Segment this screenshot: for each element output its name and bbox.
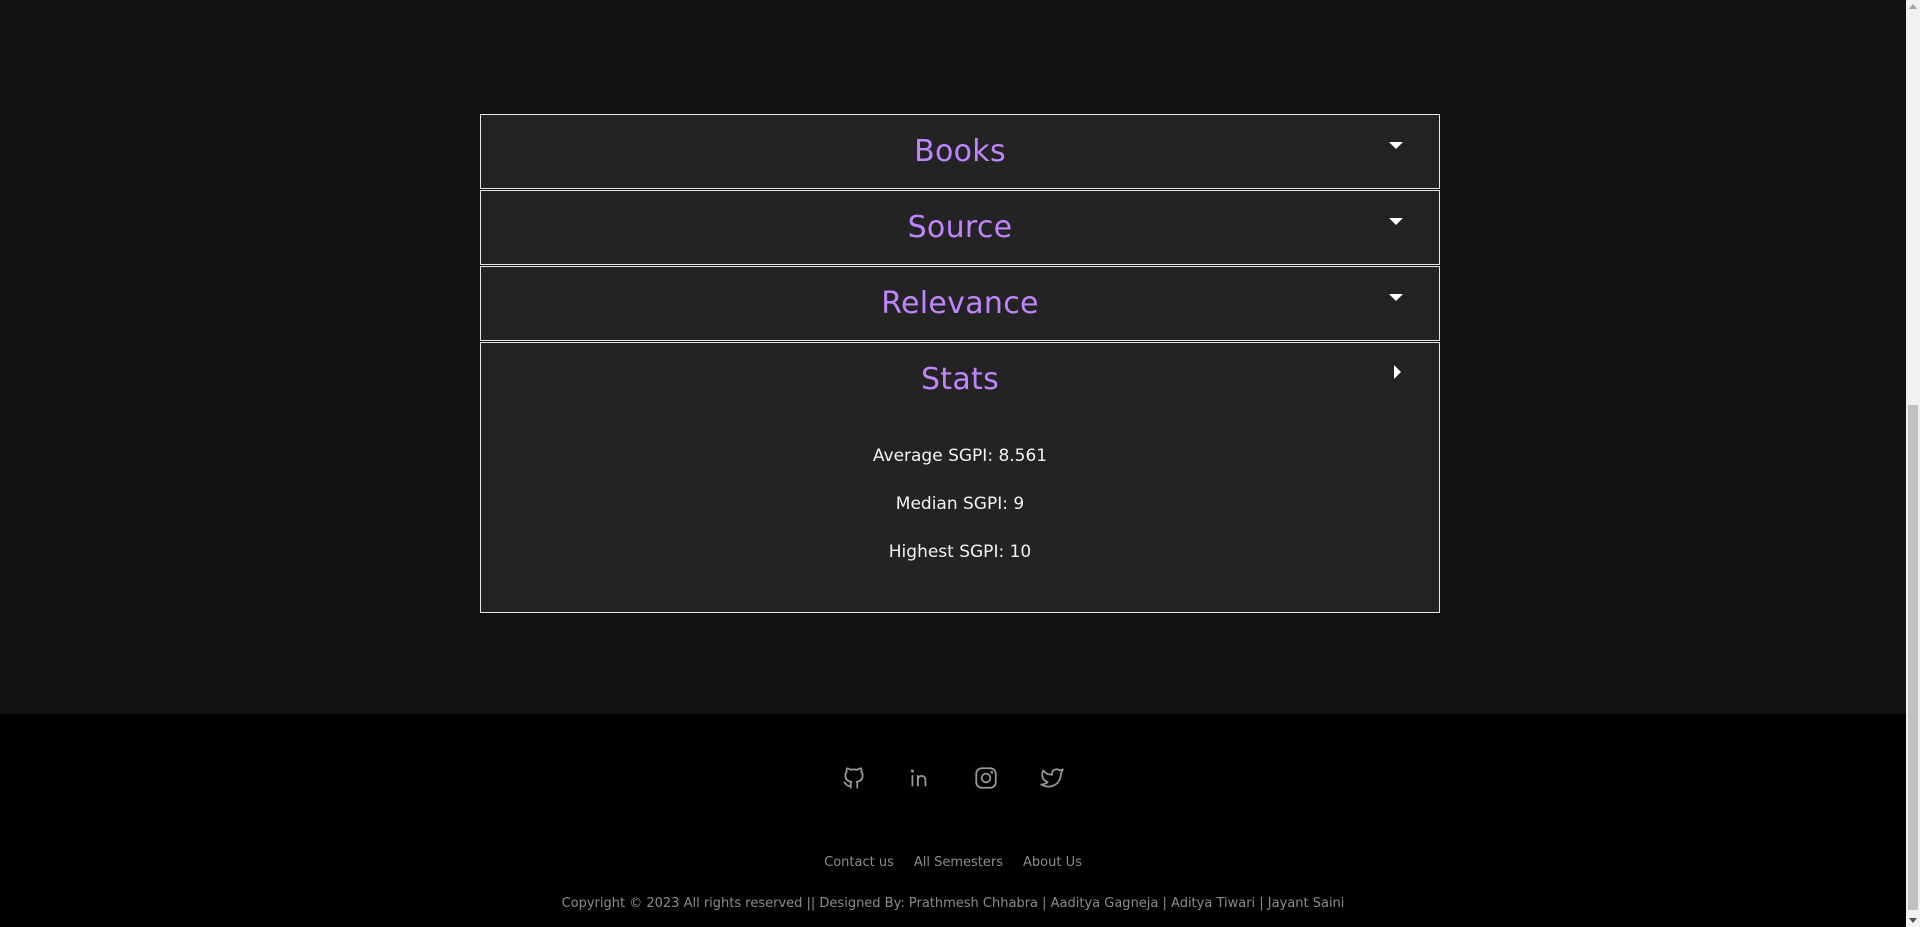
accordion-title: Books <box>914 134 1006 169</box>
all-semesters-link[interactable]: All Semesters <box>914 855 1003 870</box>
social-links <box>0 764 1906 792</box>
scroll-up-arrow-icon[interactable] <box>1909 4 1917 9</box>
page-viewport: Books Source Relevance Stats Average SGP… <box>0 0 1906 927</box>
about-us-link[interactable]: About Us <box>1023 855 1082 870</box>
copyright-text: Copyright © 2023 All rights reserved || … <box>561 896 1345 911</box>
caret-right-icon <box>1394 365 1401 379</box>
linkedin-icon[interactable] <box>906 764 934 792</box>
accordion-item-source: Source <box>480 190 1440 265</box>
caret-down-icon <box>1389 218 1403 225</box>
caret-down-icon <box>1389 294 1403 301</box>
footer-links: Contact us All Semesters About Us <box>0 855 1906 870</box>
stats-panel: Average SGPI: 8.561 Median SGPI: 9 Highe… <box>481 416 1439 612</box>
instagram-icon[interactable] <box>972 764 1000 792</box>
github-icon[interactable] <box>840 764 868 792</box>
caret-down-icon <box>1389 142 1403 149</box>
twitter-icon[interactable] <box>1038 764 1066 792</box>
scroll-down-arrow-icon[interactable] <box>1909 918 1917 923</box>
accordion: Books Source Relevance Stats Average SGP… <box>480 114 1440 613</box>
accordion-item-relevance: Relevance <box>480 266 1440 341</box>
accordion-header-stats[interactable]: Stats <box>481 343 1439 416</box>
accordion-title: Source <box>907 210 1013 245</box>
accordion-title: Stats <box>920 362 1000 397</box>
median-sgpi: Median SGPI: 9 <box>895 494 1025 514</box>
accordion-header-books[interactable]: Books <box>481 115 1439 188</box>
footer: Contact us All Semesters About Us Copyri… <box>0 714 1906 927</box>
accordion-title: Relevance <box>881 286 1039 321</box>
accordion-header-relevance[interactable]: Relevance <box>481 267 1439 340</box>
accordion-item-stats: Stats Average SGPI: 8.561 Median SGPI: 9… <box>480 342 1440 613</box>
accordion-header-source[interactable]: Source <box>481 191 1439 264</box>
vertical-scrollbar[interactable] <box>1906 0 1920 927</box>
accordion-item-books: Books <box>480 114 1440 189</box>
main-content: Books Source Relevance Stats Average SGP… <box>0 0 1906 714</box>
scrollbar-thumb[interactable] <box>1908 405 1918 910</box>
contact-us-link[interactable]: Contact us <box>824 855 894 870</box>
average-sgpi: Average SGPI: 8.561 <box>872 446 1048 466</box>
highest-sgpi: Highest SGPI: 10 <box>888 542 1032 562</box>
